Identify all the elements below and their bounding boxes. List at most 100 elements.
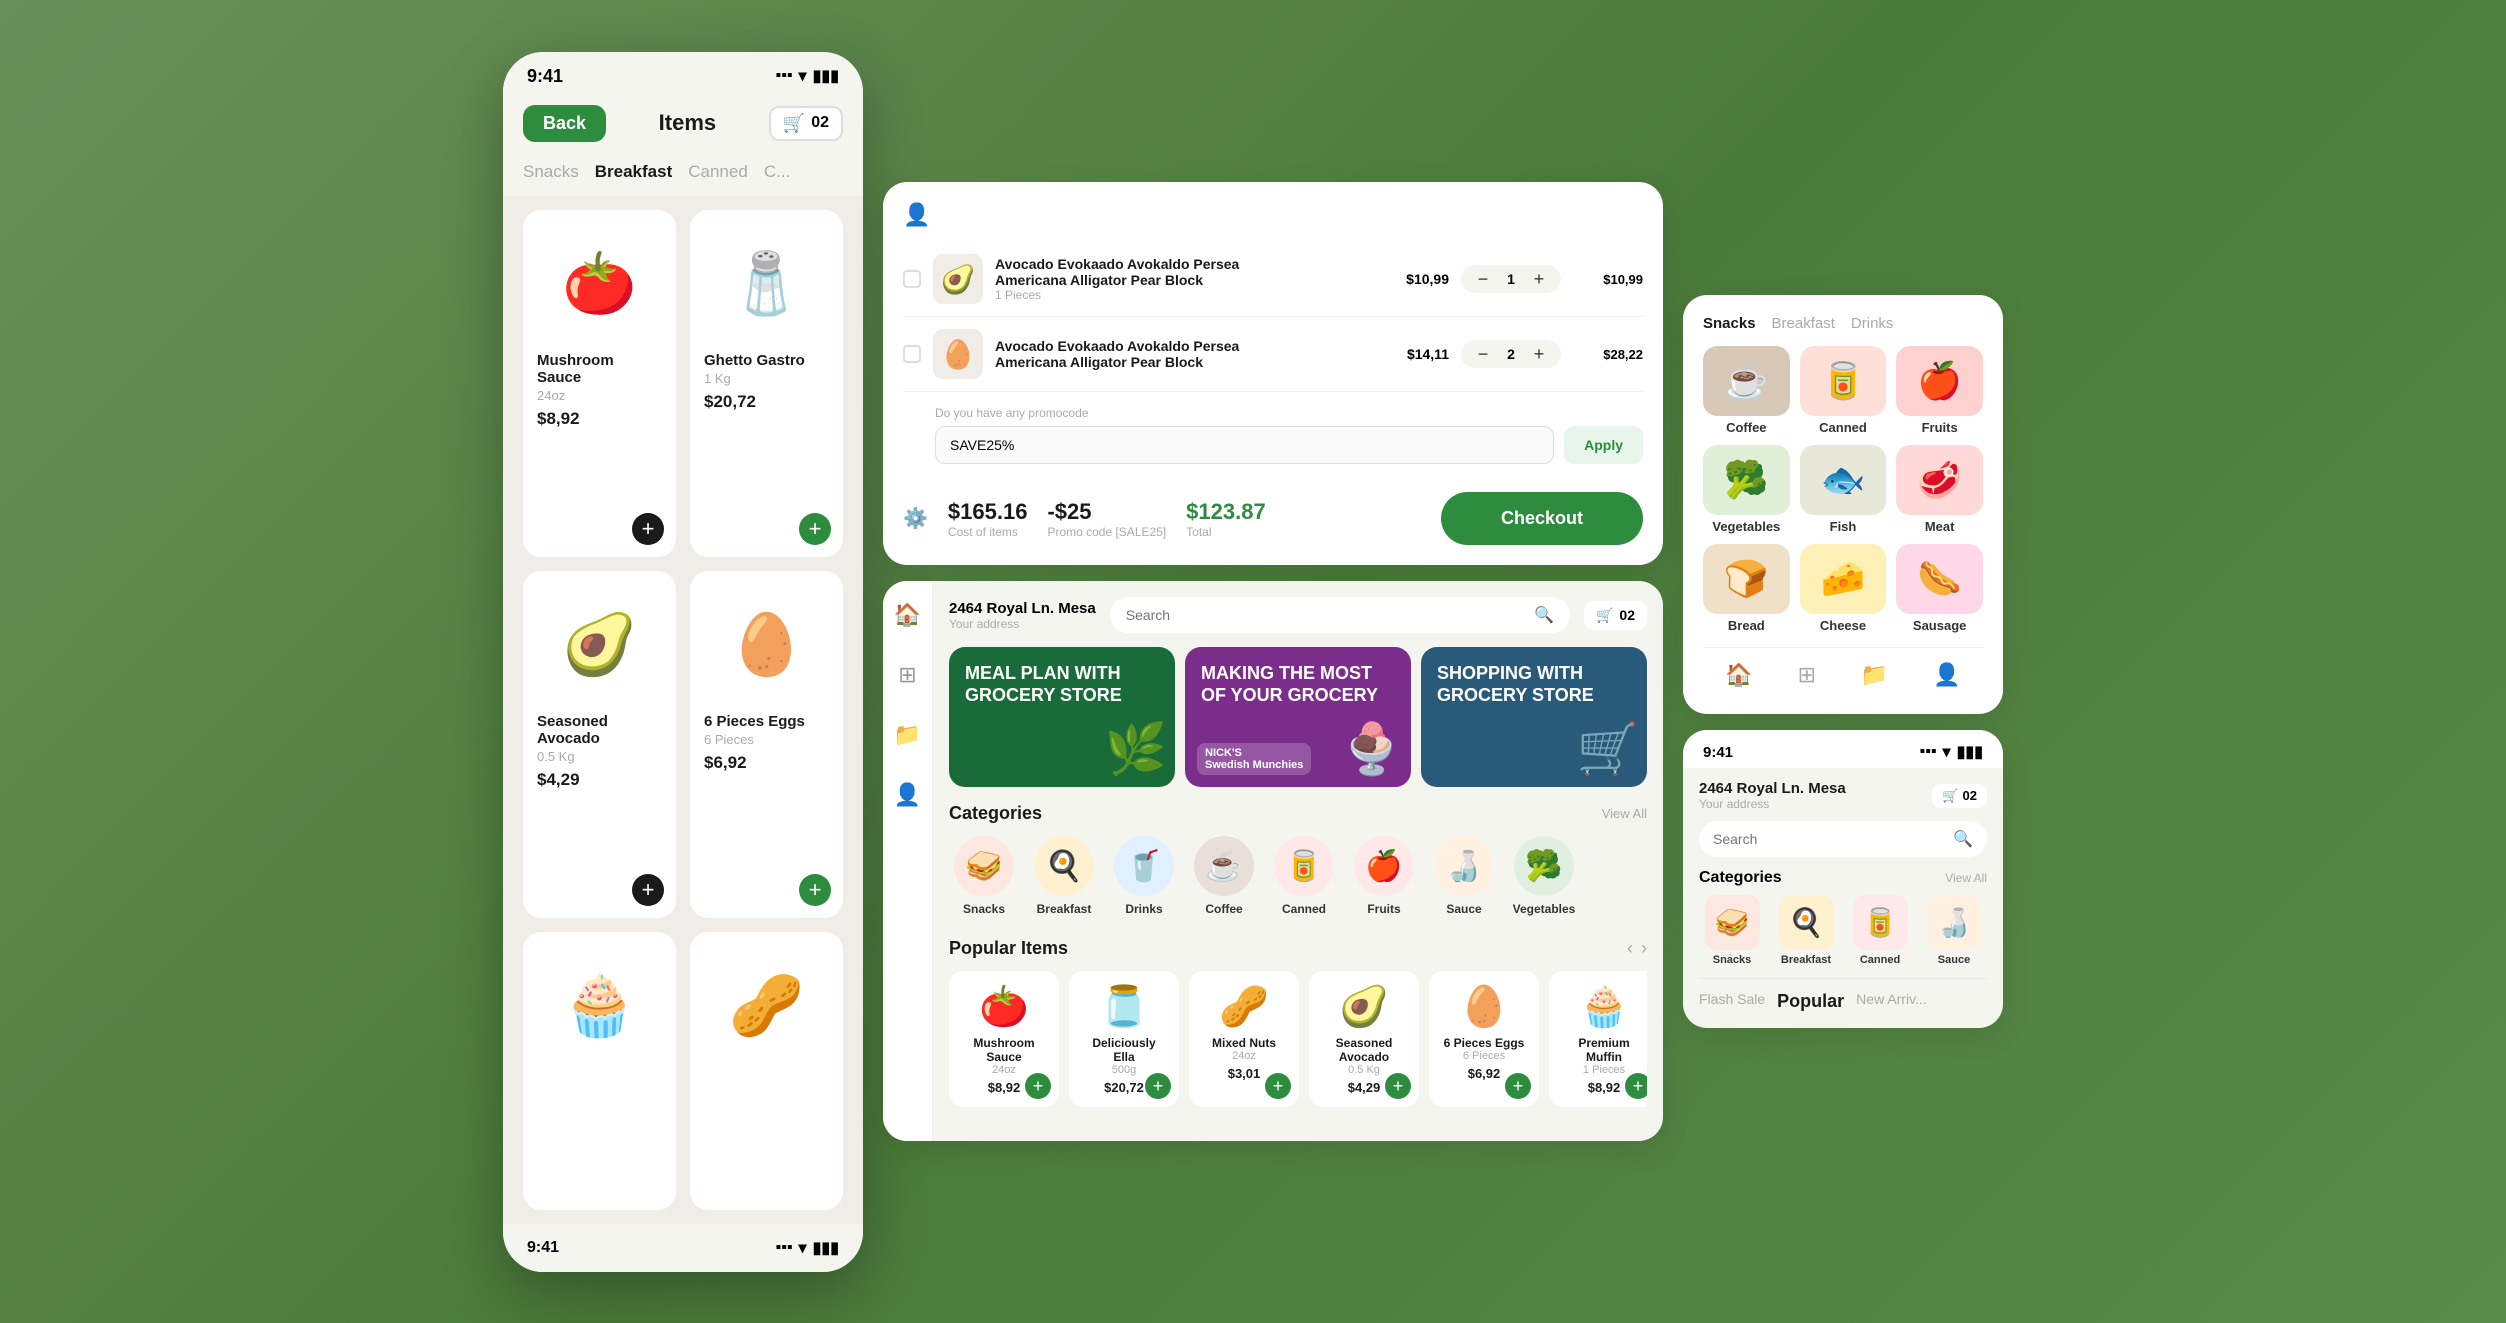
popular-size-3: 0.5 Kg xyxy=(1348,1064,1380,1076)
product-card-3: 🥚 6 Pieces Eggs 6 Pieces $6,92 + xyxy=(690,571,843,918)
search-input[interactable] xyxy=(1126,607,1526,623)
rb-section-header: Categories View All xyxy=(1699,869,1987,887)
cart-item-price-1: $14,11 xyxy=(1379,346,1449,362)
popular-add-2[interactable]: + xyxy=(1265,1073,1291,1099)
cat-canned[interactable]: 🥫 Canned xyxy=(1269,836,1339,916)
rb-cart-count: 02 xyxy=(1963,788,1977,803)
popular-prev-icon[interactable]: ‹ xyxy=(1627,938,1633,959)
nav-folder-icon[interactable]: 📁 xyxy=(1861,662,1888,688)
banner-brand-1: NICK'SSwedish Munchies xyxy=(1197,743,1311,775)
main-address: 2464 Royal Ln. Mesa xyxy=(949,600,1096,617)
tab-more[interactable]: C... xyxy=(764,162,790,186)
popular-name-1: Deliciously Ella xyxy=(1081,1036,1167,1064)
grid-cat-fruits[interactable]: 🍎 Fruits xyxy=(1896,346,1983,435)
product-price-3: $6,92 xyxy=(704,753,747,773)
qty-increase-0[interactable]: + xyxy=(1529,269,1549,289)
cat-snacks[interactable]: 🥪 Snacks xyxy=(949,836,1019,916)
grid-tab-breakfast[interactable]: Breakfast xyxy=(1772,315,1835,332)
nav-user-icon[interactable]: 👤 xyxy=(1933,662,1960,688)
settings-icon[interactable]: ⚙️ xyxy=(903,506,928,531)
sidebar-grid-icon[interactable]: ⊞ xyxy=(890,657,926,693)
checkout-button[interactable]: Checkout xyxy=(1441,492,1643,545)
cat-sauce[interactable]: 🍶 Sauce xyxy=(1429,836,1499,916)
popular-add-1[interactable]: + xyxy=(1145,1073,1171,1099)
cart-footer: ⚙️ $165.16 Cost of items -$25 Promo code… xyxy=(903,478,1643,545)
back-button[interactable]: Back xyxy=(523,105,606,142)
rb-search-input[interactable] xyxy=(1713,831,1945,847)
grid-cat-meat[interactable]: 🥩 Meat xyxy=(1896,445,1983,534)
promo-input[interactable] xyxy=(935,426,1554,464)
popular-add-4[interactable]: + xyxy=(1505,1073,1531,1099)
nav-home-icon[interactable]: 🏠 xyxy=(1725,662,1752,688)
grid-cat-fish[interactable]: 🐟 Fish xyxy=(1800,445,1887,534)
discount-value: -$25 xyxy=(1047,499,1166,525)
grid-cat-cheese[interactable]: 🧀 Cheese xyxy=(1800,544,1887,633)
popular-name-0: Mushroom Sauce xyxy=(961,1036,1047,1064)
popular-add-0[interactable]: + xyxy=(1025,1073,1051,1099)
rb-tab-popular[interactable]: Popular xyxy=(1777,987,1844,1016)
rb-cat-snacks[interactable]: 🥪 Snacks xyxy=(1699,895,1765,966)
cat-coffee[interactable]: ☕ Coffee xyxy=(1189,836,1259,916)
popular-add-3[interactable]: + xyxy=(1385,1073,1411,1099)
banner-2[interactable]: SHOPPING WITH GROCERY STORE 🛒 xyxy=(1421,647,1647,787)
add-button-2[interactable]: + xyxy=(632,874,664,906)
grid-cat-sausage[interactable]: 🌭 Sausage xyxy=(1896,544,1983,633)
popular-card-3: 🥑 Seasoned Avocado 0.5 Kg $4,29 + xyxy=(1309,971,1419,1107)
rb-view-all[interactable]: View All xyxy=(1945,871,1987,885)
cat-breakfast[interactable]: 🍳 Breakfast xyxy=(1029,836,1099,916)
header-cart-badge[interactable]: 🛒 02 xyxy=(1584,601,1647,630)
grid-tab-snacks[interactable]: Snacks xyxy=(1703,315,1756,332)
grid-cat-bread[interactable]: 🍞 Bread xyxy=(1703,544,1790,633)
rb-cat-breakfast[interactable]: 🍳 Breakfast xyxy=(1773,895,1839,966)
cart-checkbox-1[interactable] xyxy=(903,345,921,363)
grid-img-fish: 🐟 xyxy=(1800,445,1887,515)
rb-tab-new-arrivals[interactable]: New Arriv... xyxy=(1856,987,1927,1016)
cat-drinks[interactable]: 🥤 Drinks xyxy=(1109,836,1179,916)
grid-cat-canned[interactable]: 🥫 Canned xyxy=(1800,346,1887,435)
banner-0[interactable]: MEAL PLAN WITH GROCERY STORE 🌿 xyxy=(949,647,1175,787)
cart-row-0: 🥑 Avocado Evokaado Avokaldo PerseaAmeric… xyxy=(903,242,1643,317)
grid-tab-drinks[interactable]: Drinks xyxy=(1851,315,1894,332)
add-button-3[interactable]: + xyxy=(799,874,831,906)
qty-decrease-0[interactable]: − xyxy=(1473,269,1493,289)
popular-add-5[interactable]: + xyxy=(1625,1073,1647,1099)
nav-grid-icon[interactable]: ⊞ xyxy=(1798,662,1816,688)
grid-label-cheese: Cheese xyxy=(1820,618,1866,633)
rb-cat-sauce[interactable]: 🍶 Sauce xyxy=(1921,895,1987,966)
qty-increase-1[interactable]: + xyxy=(1529,344,1549,364)
qty-decrease-1[interactable]: − xyxy=(1473,344,1493,364)
status-bar: 9:41 ▪▪▪ ▾ ▮▮▮ xyxy=(503,52,863,95)
grid-img-cheese: 🧀 xyxy=(1800,544,1887,614)
grid-cat-vegetables[interactable]: 🥦 Vegetables xyxy=(1703,445,1790,534)
cat-vegetables[interactable]: 🥦 Vegetables xyxy=(1509,836,1579,916)
address-block: 2464 Royal Ln. Mesa Your address xyxy=(949,600,1096,631)
cart-badge[interactable]: 🛒 02 xyxy=(769,106,843,141)
cart-item-total-0: $10,99 xyxy=(1573,272,1643,287)
sidebar-user-icon[interactable]: 👤 xyxy=(890,777,926,813)
grid-cat-coffee[interactable]: ☕ Coffee xyxy=(1703,346,1790,435)
cat-fruits[interactable]: 🍎 Fruits xyxy=(1349,836,1419,916)
sidebar-home-icon[interactable]: 🏠 xyxy=(890,597,926,633)
cart-checkbox-0[interactable] xyxy=(903,270,921,288)
grid-img-vegetables: 🥦 xyxy=(1703,445,1790,515)
tab-breakfast[interactable]: Breakfast xyxy=(595,162,673,186)
banner-1[interactable]: MAKING THE MOST OF YOUR GROCERY 🍨 NICK'S… xyxy=(1185,647,1411,787)
popular-next-icon[interactable]: › xyxy=(1641,938,1647,959)
rb-cart-badge[interactable]: 🛒 02 xyxy=(1932,784,1987,808)
tab-canned[interactable]: Canned xyxy=(688,162,748,186)
bottom-battery-icon: ▮▮▮ xyxy=(813,1238,839,1258)
tab-snacks[interactable]: Snacks xyxy=(523,162,579,186)
cart-item-name-0: Avocado Evokaado Avokaldo PerseaAmerican… xyxy=(995,256,1367,288)
sidebar-folder-icon[interactable]: 📁 xyxy=(890,717,926,753)
rb-cat-canned[interactable]: 🥫 Canned xyxy=(1847,895,1913,966)
categories-title: Categories xyxy=(949,803,1042,824)
promo-apply-button[interactable]: Apply xyxy=(1564,426,1643,464)
popular-price-4: $6,92 xyxy=(1468,1066,1501,1081)
rb-tab-flash-sale[interactable]: Flash Sale xyxy=(1699,987,1765,1016)
cart-count: 02 xyxy=(811,114,829,132)
search-bar: 🔍 xyxy=(1110,597,1570,633)
add-button-1[interactable]: + xyxy=(799,513,831,545)
grid-label-coffee: Coffee xyxy=(1726,420,1766,435)
add-button-0[interactable]: + xyxy=(632,513,664,545)
categories-view-all[interactable]: View All xyxy=(1602,806,1647,821)
